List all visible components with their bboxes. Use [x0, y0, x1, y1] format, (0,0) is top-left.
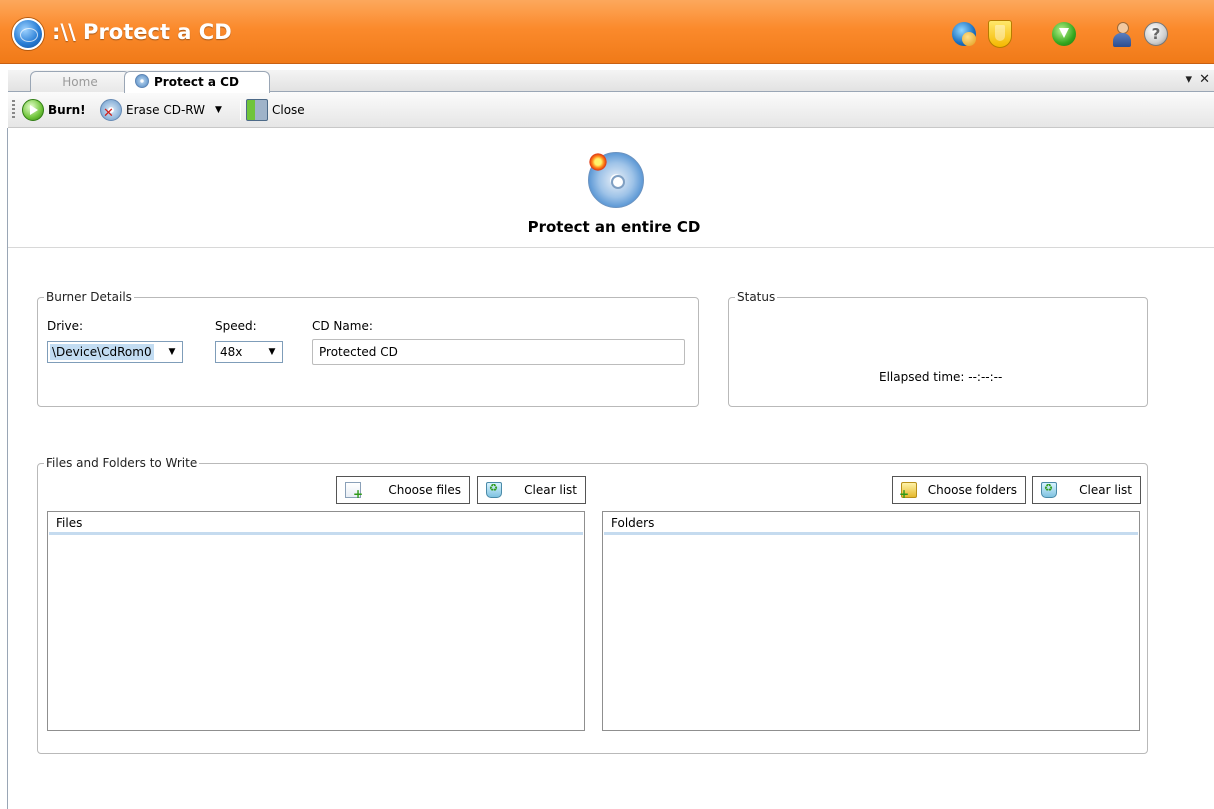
download-icon[interactable] [1052, 22, 1076, 46]
title-bar: :\\ Protect a CD ? [0, 0, 1214, 64]
clear-folders-label: Clear list [1079, 483, 1132, 497]
choose-files-button[interactable]: Choose files [336, 476, 470, 504]
burner-details-group: Burner Details Drive: \Device\CdRom0 ▼ S… [37, 290, 699, 407]
burn-button[interactable]: Burn! [22, 98, 86, 122]
tab-strip: Home Protect a CD ▾ ✕ [8, 70, 1214, 93]
shield-icon[interactable] [988, 20, 1012, 48]
toolbar-separator [240, 100, 241, 120]
close-button[interactable]: Close [246, 98, 305, 122]
recycle-bin-icon [486, 482, 502, 498]
speed-select[interactable]: 48x ▼ [215, 341, 283, 363]
burn-arrow-icon [22, 99, 44, 121]
cd-protect-icon [588, 152, 644, 208]
app-logo-icon [12, 18, 44, 50]
clear-files-label: Clear list [524, 483, 577, 497]
recycle-bin-icon [1041, 482, 1057, 498]
add-folder-icon [899, 482, 917, 501]
choose-files-label: Choose files [388, 483, 461, 497]
cd-name-input[interactable]: Protected CD [312, 339, 685, 365]
elapsed-time-text: Ellapsed time: --:--:-- [879, 370, 1003, 384]
clear-files-button[interactable]: Clear list [477, 476, 586, 504]
tab-dropdown-icon[interactable]: ▾ [1185, 72, 1192, 87]
burner-details-legend: Burner Details [44, 290, 134, 304]
status-group: Status Ellapsed time: --:--:-- [728, 290, 1148, 407]
speed-label: Speed: [215, 319, 257, 333]
tab-close-icon[interactable]: ✕ [1199, 72, 1210, 87]
status-legend: Status [735, 290, 778, 304]
folders-column-header[interactable]: Folders [604, 513, 1138, 535]
erase-dropdown-arrow-icon[interactable]: ▼ [215, 105, 222, 115]
files-list[interactable]: Files [47, 511, 585, 731]
toolbar: Burn! Erase CD-RW ▼ Close [8, 92, 1214, 128]
folders-list[interactable]: Folders [602, 511, 1140, 731]
choose-folders-button[interactable]: Choose folders [892, 476, 1026, 504]
add-file-icon [345, 482, 363, 501]
globe-update-icon[interactable] [952, 22, 976, 46]
clear-folders-button[interactable]: Clear list [1032, 476, 1141, 504]
chevron-down-icon[interactable]: ▼ [162, 342, 182, 362]
drive-value: \Device\CdRom0 [50, 344, 154, 360]
close-label: Close [272, 103, 305, 117]
files-folders-legend: Files and Folders to Write [44, 456, 200, 470]
chevron-down-icon[interactable]: ▼ [262, 342, 282, 362]
burn-label: Burn! [48, 103, 86, 117]
erase-cd-icon [100, 99, 122, 121]
cd-icon [135, 74, 149, 88]
cd-name-label: CD Name: [312, 319, 373, 333]
tab-protect-cd-label: Protect a CD [154, 75, 239, 89]
files-column-header[interactable]: Files [49, 513, 583, 535]
speed-value: 48x [220, 345, 243, 359]
page-title: Protect an entire CD [527, 218, 701, 236]
toolbar-grip[interactable] [12, 100, 15, 120]
window-title: :\\ Protect a CD [52, 20, 232, 44]
erase-cdrw-button[interactable]: Erase CD-RW ▼ [100, 98, 222, 122]
help-icon[interactable]: ? [1144, 22, 1168, 46]
tab-home-label: Home [62, 75, 98, 89]
choose-folders-label: Choose folders [927, 483, 1017, 497]
tab-home[interactable]: Home [30, 71, 130, 92]
tab-protect-cd[interactable]: Protect a CD [124, 71, 270, 93]
exit-door-icon [246, 99, 268, 121]
erase-label: Erase CD-RW [126, 103, 205, 117]
user-icon[interactable] [1112, 22, 1132, 48]
drive-select[interactable]: \Device\CdRom0 ▼ [47, 341, 183, 363]
drive-label: Drive: [47, 319, 84, 333]
header-divider [8, 247, 1214, 248]
files-folders-group: Files and Folders to Write Choose files … [37, 456, 1148, 754]
